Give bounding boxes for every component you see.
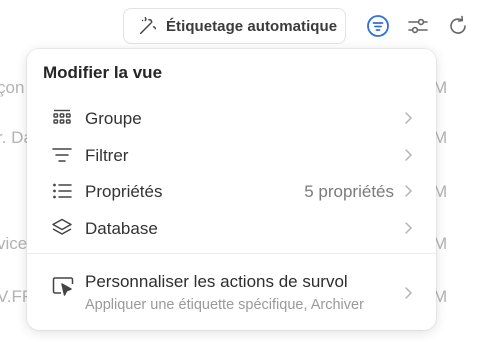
menu-item-label: Filtrer <box>85 146 129 165</box>
magic-wand-icon <box>139 17 157 35</box>
menu-item-database[interactable]: Database <box>27 210 436 246</box>
filter-lines-icon <box>52 148 72 162</box>
modify-view-popover: Modifier la vue Groupe Filtrer Propriété… <box>27 49 436 330</box>
menu-item-group[interactable]: Groupe <box>27 100 436 136</box>
auto-label-button[interactable]: Étiquetage automatique <box>123 8 346 44</box>
menu-item-customize-hover-actions[interactable]: Personnaliser les actions de survol Appl… <box>27 264 436 320</box>
chevron-right-icon <box>405 222 413 234</box>
chevron-right-icon <box>405 287 413 299</box>
grid-icon <box>53 109 71 124</box>
menu-item-filter[interactable]: Filtrer <box>27 137 436 173</box>
cursor-window-icon <box>52 277 74 296</box>
menu-divider <box>27 253 436 254</box>
hover-actions-title: Personnaliser les actions de survol <box>85 272 348 291</box>
filter-view-icon[interactable] <box>366 14 390 38</box>
chevron-right-icon <box>405 112 413 124</box>
menu-item-label: Groupe <box>85 109 142 128</box>
menu-item-label: Database <box>85 219 158 238</box>
properties-count: 5 propriétés <box>304 182 394 201</box>
list-icon <box>53 183 72 199</box>
background-row-text: vice <box>0 234 28 253</box>
chevron-right-icon <box>405 185 413 197</box>
chevron-right-icon <box>405 149 413 161</box>
layers-icon <box>52 218 72 235</box>
popover-title: Modifier la vue <box>43 63 163 82</box>
hover-actions-subtitle: Appliquer une étiquette spécifique, Arch… <box>85 297 364 313</box>
auto-label-button-text: Étiquetage automatique <box>166 17 338 35</box>
refresh-icon[interactable] <box>446 14 470 38</box>
menu-item-label: Propriétés <box>85 182 163 201</box>
background-row-text: çon <box>0 78 25 97</box>
sliders-icon[interactable] <box>406 14 430 38</box>
menu-item-properties[interactable]: Propriétés 5 propriétés <box>27 173 436 209</box>
